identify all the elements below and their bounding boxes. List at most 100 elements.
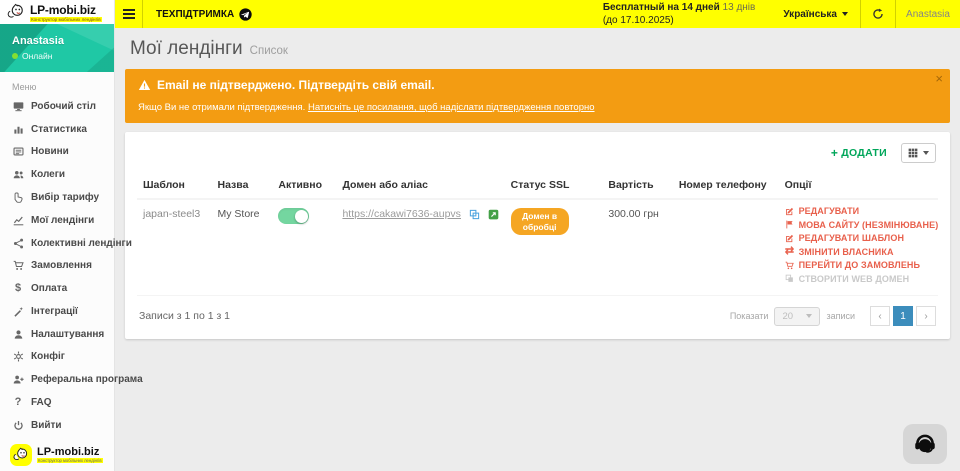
brand-name: LP-mobi.biz [30, 3, 102, 17]
language-dropdown[interactable]: Українська [771, 0, 860, 28]
sidebar-item-payment[interactable]: $ Оплата [0, 277, 114, 300]
sidebar-item-label: Замовлення [31, 260, 92, 271]
column-header: Вартість [602, 173, 672, 199]
desktop-icon [12, 100, 24, 112]
sidebar-item-config[interactable]: Конфіг [0, 346, 114, 369]
alert-close-button[interactable]: × [935, 72, 943, 85]
topbar-username[interactable]: Anastasia [896, 0, 960, 28]
column-header: Статус SSL [505, 173, 603, 199]
cart-icon [785, 260, 795, 270]
hand-pointer-icon [12, 192, 24, 204]
add-landing-label: ДОДАТИ [841, 147, 887, 159]
option-site-language[interactable]: МОВА САЙТУ (НЕЗМІНЮВАНЕ) [785, 220, 932, 230]
option-edit-template[interactable]: РЕДАГУВАТИ ШАБЛОН [785, 233, 932, 243]
user-icon [12, 328, 24, 340]
brand-logo-bottom[interactable]: LP-mobi.biz Конструктор мобільних лендін… [0, 437, 114, 471]
sidebar-item-label: Вибір тарифу [31, 192, 99, 203]
trial-title: Бесплатный на 14 дней [603, 2, 720, 13]
page-1-button[interactable]: 1 [893, 306, 913, 326]
alert-text: Якщо Ви не отримали підтвердження. [138, 102, 305, 113]
share-icon [12, 237, 24, 249]
dog-logo-icon [6, 2, 26, 22]
alert-title: Email не підтверджено. Підтвердіть свій … [157, 78, 435, 92]
page-subtitle: Список [250, 45, 288, 57]
support-chat-button[interactable] [903, 424, 947, 464]
brand-logo[interactable]: LP-mobi.biz Конструктор мобільних лендін… [0, 0, 114, 24]
sidebar-item-label: Налаштування [31, 329, 104, 340]
sidebar-item-statistics[interactable]: Статистика [0, 118, 114, 141]
brand-tagline: Конструктор мобільних лендінгів [37, 458, 103, 463]
card-toolbar: + ДОДАТИ [137, 136, 938, 173]
users-icon [12, 169, 24, 181]
sidebar-item-colleagues[interactable]: Колеги [0, 163, 114, 186]
support-link[interactable]: ТЕХПІДТРИМКА [143, 0, 265, 28]
warning-icon [138, 79, 151, 91]
option-change-owner[interactable]: ⇄ ЗМІНИТИ ВЛАСНИКА [785, 247, 932, 257]
page-header: Мої лендінги Список [130, 38, 945, 60]
email-alert: × Email не підтверджено. Підтвердіть сві… [125, 69, 950, 123]
cell-ssl: Домен в обробці [505, 199, 603, 296]
sidebar-item-label: Статистика [31, 124, 87, 135]
sidebar-item-label: Інтеграції [31, 306, 78, 317]
sidebar-item-news[interactable]: Новини [0, 141, 114, 164]
sidebar-item-label: Мої лендінги [31, 215, 94, 226]
edit-icon [785, 233, 795, 243]
sidebar-item-label: FAQ [31, 397, 52, 408]
view-options-button[interactable] [901, 143, 936, 163]
sidebar-toggle-button[interactable] [115, 0, 142, 28]
app-root: LP-mobi.biz Конструктор мобільних лендін… [0, 0, 960, 471]
page-size-select[interactable]: 20 [774, 307, 820, 326]
dollar-icon: $ [12, 283, 24, 295]
option-label: РЕДАГУВАТИ [799, 206, 860, 216]
ssl-status-badge: Домен в обробці [511, 208, 569, 235]
active-toggle[interactable] [278, 208, 309, 224]
records-word: записи [826, 311, 855, 321]
domain-link[interactable]: https://cakawi7636-aupvs-com-42 [342, 208, 460, 220]
column-header: Шаблон [137, 173, 211, 199]
support-label: ТЕХПІДТРИМКА [156, 9, 234, 20]
sidebar: LP-mobi.biz Конструктор мобільних лендін… [0, 0, 115, 471]
menu-label: Меню [0, 72, 114, 95]
sidebar-item-collective-landings[interactable]: Колективні лендінги [0, 232, 114, 255]
dog-logo-icon [10, 444, 32, 466]
sidebar-item-tariff[interactable]: Вибір тарифу [0, 186, 114, 209]
sidebar-item-desktop[interactable]: Робочий стіл [0, 95, 114, 118]
question-icon: ? [12, 397, 24, 409]
sidebar-item-my-landings[interactable]: Мої лендінги [0, 209, 114, 232]
sidebar-item-label: Оплата [31, 283, 67, 294]
column-header: Назва [211, 173, 272, 199]
sidebar-item-label: Колективні лендінги [31, 238, 132, 249]
sidebar-item-label: Конфіг [31, 351, 65, 362]
landings-card: + ДОДАТИ ШаблонНазваАктивноДомен або алі… [125, 132, 950, 339]
option-label: ЗМІНИТИ ВЛАСНИКА [799, 247, 894, 257]
main-content: Мої лендінги Список × Email не підтвердж… [115, 28, 960, 471]
sidebar-item-faq[interactable]: ? FAQ [0, 391, 114, 414]
brand-name: LP-mobi.biz [37, 446, 103, 458]
prev-page-button[interactable]: ‹ [870, 306, 890, 326]
table-header-row: ШаблонНазваАктивноДомен або аліасСтатус … [137, 173, 938, 199]
column-header: Домен або аліас [336, 173, 504, 199]
sidebar-item-label: Новини [31, 146, 69, 157]
sidebar-item-referral[interactable]: Реферальна програма [0, 368, 114, 391]
trial-info: Бесплатный на 14 дней 13 днів (до 17.10.… [603, 1, 772, 27]
sidebar-item-logout[interactable]: Вийти [0, 414, 114, 437]
next-page-button[interactable]: › [916, 306, 936, 326]
option-go-to-orders[interactable]: ПЕРЕЙТИ ДО ЗАМОВЛЕНЬ [785, 260, 932, 270]
newspaper-icon [12, 146, 24, 158]
sidebar-item-settings[interactable]: Налаштування [0, 323, 114, 346]
sidebar-item-label: Реферальна програма [31, 374, 143, 385]
exchange-icon: ⇄ [785, 247, 795, 257]
sidebar-item-integrations[interactable]: Інтеграції [0, 300, 114, 323]
sidebar-menu: Робочий стіл Статистика Новини Колеги Вибір … [0, 95, 114, 437]
refresh-button[interactable] [861, 0, 895, 28]
copy-domain-icon[interactable] [469, 209, 480, 220]
add-landing-button[interactable]: + ДОДАТИ [831, 146, 887, 160]
page-title: Мої лендінги [130, 38, 243, 60]
edit-icon [785, 206, 795, 216]
resend-confirmation-link[interactable]: Натисніть це посилання, щоб надіслати пі… [308, 102, 595, 113]
option-edit[interactable]: РЕДАГУВАТИ [785, 206, 932, 216]
chart-line-icon [12, 214, 24, 226]
options-list: РЕДАГУВАТИ МОВА САЙТУ (НЕЗМІНЮВАНЕ) РЕДАГУ… [785, 206, 932, 284]
open-external-icon[interactable] [488, 209, 499, 220]
sidebar-item-orders[interactable]: Замовлення [0, 254, 114, 277]
